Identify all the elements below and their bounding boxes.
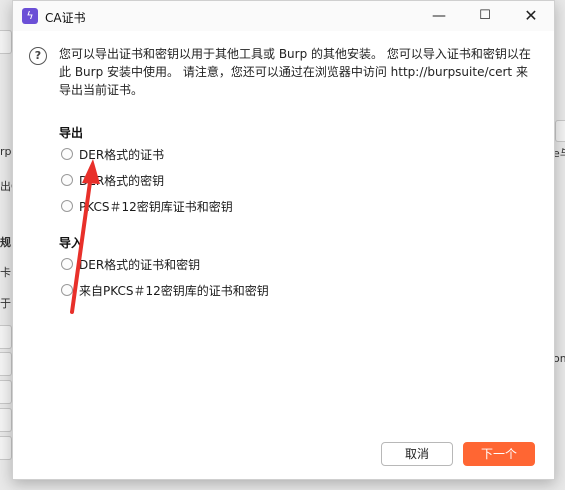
background-panel-left [0,30,12,54]
maximize-button[interactable]: ☐ [462,1,508,31]
help-icon: ? [29,47,47,65]
background-panel-left [0,408,12,432]
radio-label: 来自PKCS＃12密钥库的证书和密钥 [79,283,269,298]
background-text: 规 [0,236,11,249]
radio-export-pkcs12[interactable]: PKCS＃12密钥库证书和密钥 [61,196,233,216]
radio-export-der-certificate[interactable]: DER格式的证书 [61,144,164,164]
background-panel-left [0,352,12,376]
intro-text: 您可以导出证书和密钥以用于其他工具或 Burp 的其他安装。 您可以导入证书和密… [59,47,531,97]
radio-button[interactable] [61,258,73,270]
background-panel-left [0,325,12,349]
ca-certificate-dialog: ϟ CA证书 — ☐ ✕ ? 您可以导出证书和密钥以用于其他工具或 Burp 的… [12,0,555,480]
radio-label: DER格式的证书 [79,147,165,162]
close-button[interactable]: ✕ [508,1,554,31]
minimize-button[interactable]: — [416,1,462,31]
background-panel-left [0,380,12,404]
radio-button[interactable] [61,284,73,296]
radio-import-der[interactable]: DER格式的证书和密钥 [61,254,200,274]
title-bar: ϟ CA证书 — ☐ ✕ [13,1,554,31]
radio-label: DER格式的证书和密钥 [79,257,201,272]
radio-label: DER格式的密钥 [79,173,165,188]
export-section-title: 导出 [59,126,84,140]
radio-button[interactable] [61,200,73,212]
cancel-button[interactable]: 取消 [381,442,453,466]
background-panel-right [555,120,565,142]
radio-import-pkcs12[interactable]: 来自PKCS＃12密钥库的证书和密钥 [61,280,269,300]
radio-button[interactable] [61,174,73,186]
import-section-title: 导入 [59,236,84,250]
radio-button[interactable] [61,148,73,160]
background-text: 卡 [0,266,11,279]
dialog-title: CA证书 [45,11,86,25]
radio-export-der-key[interactable]: DER格式的密钥 [61,170,164,190]
next-button[interactable]: 下一个 [463,442,535,466]
background-panel-left [0,436,12,460]
lightning-icon: ϟ [22,8,38,24]
radio-label: PKCS＃12密钥库证书和密钥 [79,199,233,214]
background-text: rp [0,145,12,158]
